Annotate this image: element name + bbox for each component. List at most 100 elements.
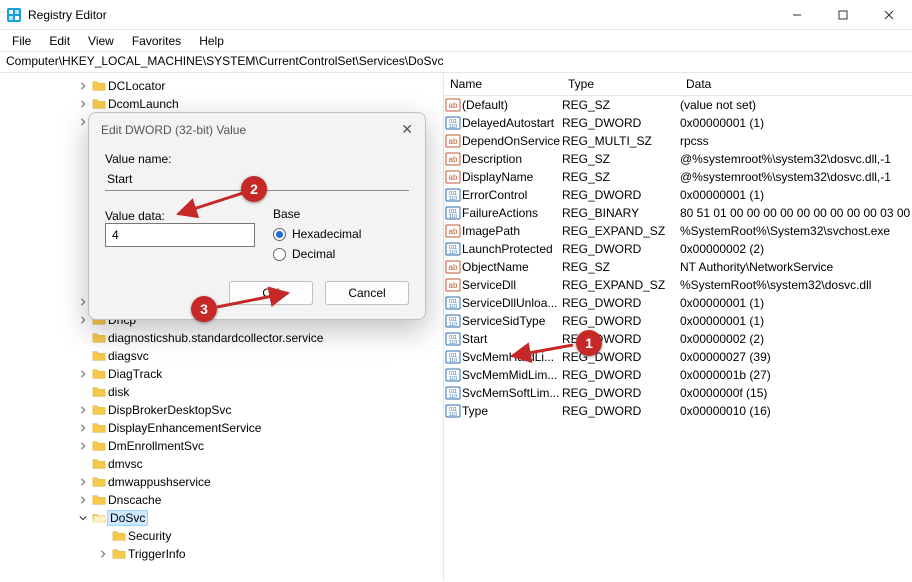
- value-row[interactable]: ObjectNameREG_SZNT Authority\NetworkServ…: [444, 258, 912, 276]
- maximize-button[interactable]: [820, 0, 866, 30]
- value-type: REG_BINARY: [562, 206, 680, 220]
- reg-binary-icon: [444, 331, 462, 347]
- tree-item[interactable]: DispBrokerDesktopSvc: [0, 401, 443, 419]
- reg-string-icon: [444, 133, 462, 149]
- value-type: REG_DWORD: [562, 188, 680, 202]
- value-name: ServiceDllUnloa...: [462, 296, 562, 310]
- cancel-button[interactable]: Cancel: [325, 281, 409, 305]
- column-data[interactable]: Data: [680, 73, 912, 95]
- value-row[interactable]: DependOnServiceREG_MULTI_SZrpcss: [444, 132, 912, 150]
- dialog-close-button[interactable]: ✕: [401, 121, 413, 138]
- value-type: REG_EXPAND_SZ: [562, 278, 680, 292]
- tree-item[interactable]: dmwappushservice: [0, 473, 443, 491]
- tree-item[interactable]: DCLocator: [0, 77, 443, 95]
- ok-button[interactable]: OK: [229, 281, 313, 305]
- tree-item-label: TriggerInfo: [128, 547, 186, 561]
- value-row[interactable]: ImagePathREG_EXPAND_SZ%SystemRoot%\Syste…: [444, 222, 912, 240]
- radio-decimal[interactable]: Decimal: [273, 247, 409, 261]
- column-name[interactable]: Name: [444, 73, 562, 95]
- tree-item[interactable]: DiagTrack: [0, 365, 443, 383]
- chevron-right-icon[interactable]: [96, 550, 110, 558]
- chevron-right-icon[interactable]: [76, 100, 90, 108]
- folder-icon: [110, 529, 128, 543]
- tree-item[interactable]: dmvsc: [0, 455, 443, 473]
- tree-item[interactable]: Security: [0, 527, 443, 545]
- tree-item[interactable]: disk: [0, 383, 443, 401]
- value-data-input[interactable]: [105, 223, 255, 247]
- chevron-right-icon[interactable]: [76, 406, 90, 414]
- value-row[interactable]: TypeREG_DWORD0x00000010 (16): [444, 402, 912, 420]
- value-row[interactable]: FailureActionsREG_BINARY80 51 01 00 00 0…: [444, 204, 912, 222]
- folder-icon: [90, 367, 108, 381]
- tree-item-label: dmvsc: [108, 457, 143, 471]
- window-title: Registry Editor: [28, 8, 107, 22]
- value-row[interactable]: ServiceDllUnloa...REG_DWORD0x00000001 (1…: [444, 294, 912, 312]
- chevron-right-icon[interactable]: [76, 316, 90, 324]
- chevron-right-icon[interactable]: [76, 478, 90, 486]
- menu-help[interactable]: Help: [191, 32, 232, 50]
- value-data: @%systemroot%\system32\dosvc.dll,-1: [680, 170, 912, 184]
- minimize-button[interactable]: [774, 0, 820, 30]
- address-bar[interactable]: Computer\HKEY_LOCAL_MACHINE\SYSTEM\Curre…: [0, 52, 912, 73]
- value-row[interactable]: ServiceDllREG_EXPAND_SZ%SystemRoot%\syst…: [444, 276, 912, 294]
- value-type: REG_DWORD: [562, 386, 680, 400]
- folder-icon: [90, 475, 108, 489]
- value-row[interactable]: DelayedAutostartREG_DWORD0x00000001 (1): [444, 114, 912, 132]
- value-data: 0x00000010 (16): [680, 404, 912, 418]
- tree-item[interactable]: DmEnrollmentSvc: [0, 437, 443, 455]
- tree-item[interactable]: DisplayEnhancementService: [0, 419, 443, 437]
- chevron-down-icon[interactable]: [76, 514, 90, 522]
- value-type: REG_DWORD: [562, 404, 680, 418]
- reg-binary-icon: [444, 115, 462, 131]
- app-icon: [6, 7, 22, 23]
- folder-icon: [90, 421, 108, 435]
- value-row[interactable]: SvcMemSoftLim...REG_DWORD0x0000000f (15): [444, 384, 912, 402]
- reg-string-icon: [444, 259, 462, 275]
- chevron-right-icon[interactable]: [76, 442, 90, 450]
- tree-item[interactable]: diagnosticshub.standardcollector.service: [0, 329, 443, 347]
- folder-icon: [90, 403, 108, 417]
- menu-view[interactable]: View: [80, 32, 122, 50]
- value-row[interactable]: SvcMemHardLi...REG_DWORD0x00000027 (39): [444, 348, 912, 366]
- reg-binary-icon: [444, 241, 462, 257]
- annotation-badge-3: 3: [191, 296, 217, 322]
- value-row[interactable]: ErrorControlREG_DWORD0x00000001 (1): [444, 186, 912, 204]
- menu-favorites[interactable]: Favorites: [124, 32, 189, 50]
- value-data: 0x00000002 (2): [680, 242, 912, 256]
- chevron-right-icon[interactable]: [76, 496, 90, 504]
- radio-hexadecimal[interactable]: Hexadecimal: [273, 227, 409, 241]
- folder-icon: [90, 493, 108, 507]
- value-name-label: Value name:: [105, 152, 409, 166]
- value-data: 80 51 01 00 00 00 00 00 00 00 00 00 03 0…: [680, 206, 912, 220]
- chevron-right-icon[interactable]: [76, 424, 90, 432]
- titlebar: Registry Editor: [0, 0, 912, 30]
- chevron-right-icon[interactable]: [76, 370, 90, 378]
- value-name: ImagePath: [462, 224, 562, 238]
- chevron-right-icon[interactable]: [76, 82, 90, 90]
- tree-item[interactable]: Dnscache: [0, 491, 443, 509]
- value-name: Description: [462, 152, 562, 166]
- edit-dword-dialog: Edit DWORD (32-bit) Value ✕ Value name: …: [88, 112, 426, 320]
- dialog-title: Edit DWORD (32-bit) Value: [101, 123, 401, 137]
- column-type[interactable]: Type: [562, 73, 680, 95]
- tree-item[interactable]: DcomLaunch: [0, 95, 443, 113]
- close-button[interactable]: [866, 0, 912, 30]
- value-row[interactable]: DisplayNameREG_SZ@%systemroot%\system32\…: [444, 168, 912, 186]
- value-row[interactable]: StartREG_DWORD0x00000002 (2): [444, 330, 912, 348]
- tree-item[interactable]: TriggerInfo: [0, 545, 443, 563]
- value-row[interactable]: LaunchProtectedREG_DWORD0x00000002 (2): [444, 240, 912, 258]
- menubar: File Edit View Favorites Help: [0, 30, 912, 52]
- menu-file[interactable]: File: [4, 32, 39, 50]
- value-name: ObjectName: [462, 260, 562, 274]
- value-row[interactable]: DescriptionREG_SZ@%systemroot%\system32\…: [444, 150, 912, 168]
- value-row[interactable]: (Default)REG_SZ(value not set): [444, 96, 912, 114]
- value-type: REG_DWORD: [562, 116, 680, 130]
- value-name: DependOnService: [462, 134, 562, 148]
- tree-item[interactable]: DoSvc: [0, 509, 443, 527]
- menu-edit[interactable]: Edit: [41, 32, 78, 50]
- tree-item-label: DmEnrollmentSvc: [108, 439, 204, 453]
- tree-item[interactable]: diagsvc: [0, 347, 443, 365]
- value-name: DelayedAutostart: [462, 116, 562, 130]
- value-row[interactable]: ServiceSidTypeREG_DWORD0x00000001 (1): [444, 312, 912, 330]
- value-row[interactable]: SvcMemMidLim...REG_DWORD0x0000001b (27): [444, 366, 912, 384]
